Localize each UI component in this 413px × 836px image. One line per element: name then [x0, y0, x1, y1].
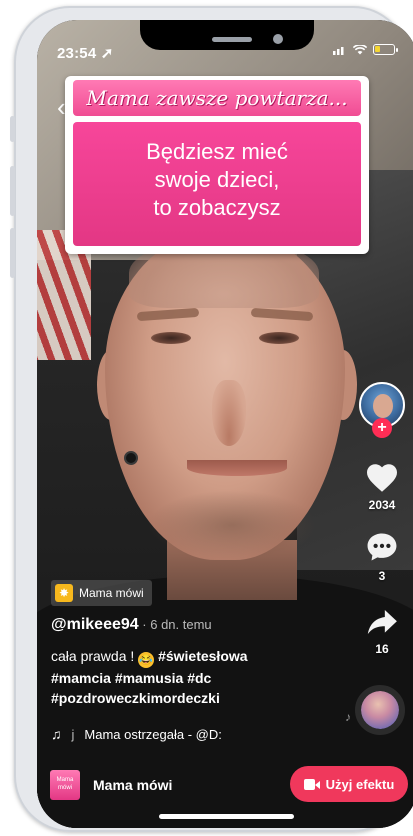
music-note-float-icon: ♪: [345, 710, 351, 724]
video-person-nose: [212, 380, 246, 446]
laughing-emoji-icon: 😂: [138, 652, 155, 668]
video-person-mouth: [187, 460, 287, 476]
effect-card-body: Będziesz mieć swoje dzieci, to zobaczysz: [73, 122, 361, 246]
effect-card-line-1: Będziesz mieć: [146, 139, 288, 164]
hashtags-line-2[interactable]: #mamcia #mamusia #dc: [51, 668, 341, 688]
music-row[interactable]: ♫ j Mama ostrzegała - @D:: [51, 726, 261, 742]
post-author[interactable]: @mikeee94 · 6 dn. temu: [51, 616, 212, 634]
effect-tag-label: Mama mówi: [79, 586, 144, 600]
side-button-mute: [10, 116, 15, 142]
sparkle-icon: ✸: [55, 584, 73, 602]
music-title: Mama ostrzegała - @D:: [84, 726, 222, 742]
caption-line-1: cała prawda ! 😂 #świetesłowa: [51, 646, 341, 668]
phone-screen: 23:54 ➚ ‹ Mama zawsze powtarza... Będzie…: [37, 20, 413, 828]
notch: [140, 20, 314, 50]
side-button-volume-up: [10, 166, 15, 216]
effect-name[interactable]: Mama mówi: [93, 777, 172, 793]
sound-disc[interactable]: [355, 685, 405, 735]
caption-text: cała prawda !: [51, 648, 139, 664]
comment-icon[interactable]: [365, 530, 399, 564]
hashtag-swietesłowa[interactable]: #świetesłowa: [158, 648, 248, 664]
camera-icon: [303, 778, 320, 790]
avatar-face: [373, 394, 393, 418]
effect-card: Mama zawsze powtarza... Będziesz mieć sw…: [65, 76, 369, 254]
notch-camera: [273, 34, 283, 44]
video-person-chin: [147, 490, 317, 560]
sound-disc-artwork: [361, 691, 399, 729]
phone-frame: 23:54 ➚ ‹ Mama zawsze powtarza... Będzie…: [10, 6, 413, 832]
effect-tag[interactable]: ✸ Mama mówi: [51, 580, 152, 606]
effect-card-title: Mama zawsze powtarza...: [73, 80, 361, 116]
post-caption: cała prawda ! 😂 #świetesłowa #mamcia #ma…: [51, 646, 341, 708]
video-person-eye-left: [151, 332, 191, 344]
follow-button[interactable]: +: [372, 418, 392, 438]
home-indicator[interactable]: [159, 814, 294, 819]
music-note-icon: ♫: [51, 726, 62, 742]
signal-icon: [333, 46, 344, 55]
likes-count: 2034: [368, 498, 396, 512]
hashtags-line-3[interactable]: #pozdroweczkimordeczki: [51, 688, 341, 708]
share-icon[interactable]: [365, 605, 399, 639]
music-marquee-fragment: j: [71, 726, 75, 742]
status-time: 23:54 ➚: [57, 45, 114, 62]
post-time: · 6 dn. temu: [138, 617, 212, 632]
use-effect-label: Użyj efektu: [325, 776, 395, 792]
author-handle[interactable]: @mikeee94: [51, 616, 139, 633]
effect-thumbnail[interactable]: Mama mówi: [50, 770, 80, 800]
comments-count: 3: [378, 569, 386, 583]
effect-card-line-2: swoje dzieci,: [154, 167, 280, 192]
shares-count: 16: [375, 642, 389, 656]
use-effect-button[interactable]: Użyj efektu: [290, 766, 408, 802]
right-action-rail: + 2034 3 16 ♪: [345, 20, 413, 828]
video-person-earring: [124, 451, 138, 465]
heart-icon[interactable]: [364, 460, 400, 496]
video-person-eye-right: [259, 332, 299, 344]
effect-card-line-3: to zobaczysz: [153, 195, 281, 220]
notch-speaker: [212, 37, 252, 42]
side-button-volume-down: [10, 228, 15, 278]
